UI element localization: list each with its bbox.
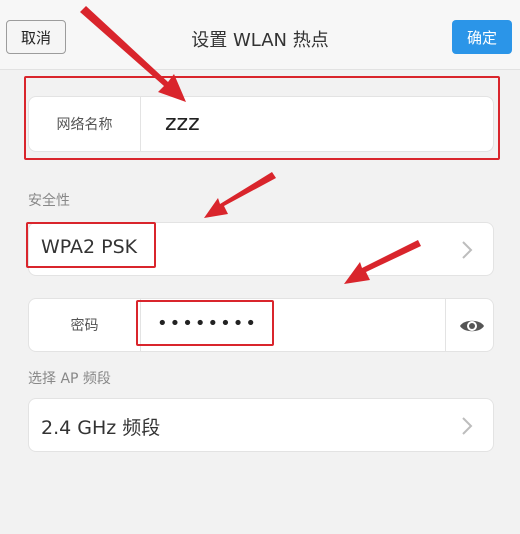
confirm-button[interactable]: 确定 xyxy=(452,20,512,54)
security-section-label: 安全性 xyxy=(28,193,70,209)
password-label: 密码 xyxy=(29,299,141,351)
chevron-right-icon xyxy=(462,241,473,259)
top-bar: 取消 设置 WLAN 热点 确定 xyxy=(0,0,520,70)
eye-icon[interactable] xyxy=(459,315,485,337)
band-selector[interactable]: 2.4 GHz 频段 xyxy=(28,398,494,452)
band-section-label: 选择 AP 频段 xyxy=(28,371,111,387)
cancel-button[interactable]: 取消 xyxy=(6,20,66,54)
chevron-right-icon xyxy=(462,417,473,435)
page-title: 设置 WLAN 热点 xyxy=(191,30,329,51)
arrow-annotation xyxy=(204,172,276,218)
band-value: 2.4 GHz 频段 xyxy=(41,417,161,439)
highlight-ssid xyxy=(24,76,500,160)
highlight-security xyxy=(26,222,156,268)
highlight-password xyxy=(136,300,274,346)
password-divider xyxy=(445,299,446,351)
